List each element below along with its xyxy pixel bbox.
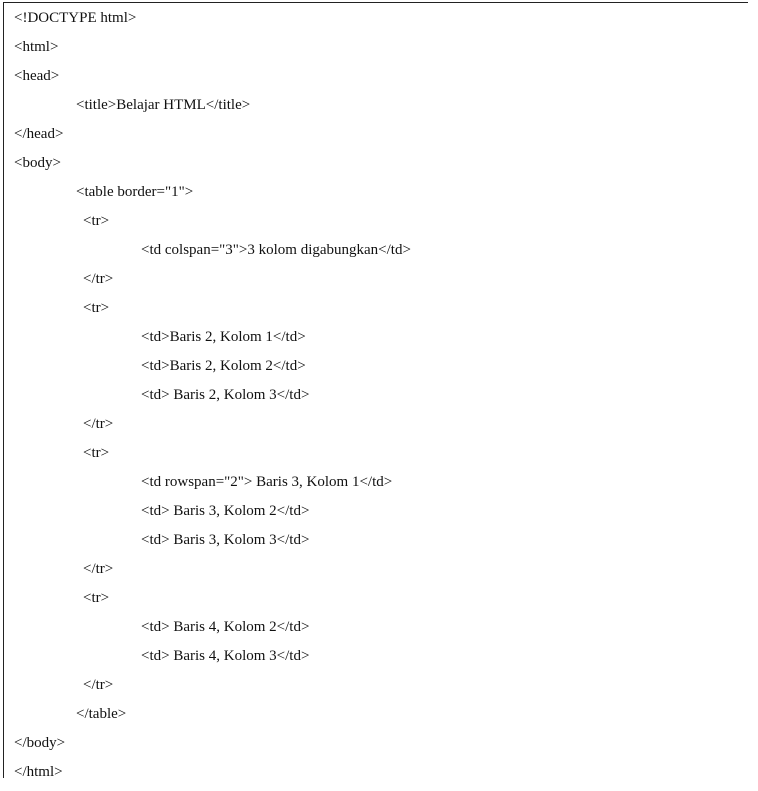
code-line-td: <td>Baris 2, Kolom 2</td>	[141, 358, 306, 374]
code-line-tr-close: </tr>	[83, 677, 114, 693]
code-line-tr-open: <tr>	[83, 445, 110, 461]
code-line-td: <td> Baris 2, Kolom 3</td>	[141, 387, 310, 403]
code-line-td: <td> Baris 4, Kolom 3</td>	[141, 648, 310, 664]
code-line-td: <td>Baris 2, Kolom 1</td>	[141, 329, 306, 345]
code-line-html-close: </html>	[14, 764, 63, 780]
html-code-listing: <!DOCTYPE html> <html> <head> <title>Bel…	[14, 3, 748, 787]
code-line-td: <td> Baris 3, Kolom 2</td>	[141, 503, 310, 519]
code-line-tr-close: </tr>	[83, 416, 114, 432]
left-border-line	[3, 2, 4, 778]
code-line-body-close: </body>	[14, 735, 66, 751]
code-line-td: <td> Baris 3, Kolom 3</td>	[141, 532, 310, 548]
code-line-td: <td colspan="3">3 kolom digabungkan</td>	[141, 242, 411, 258]
code-line-td: <td> Baris 4, Kolom 2</td>	[141, 619, 310, 635]
code-line-table-open: <table border="1">	[76, 184, 194, 200]
code-line-tr-open: <tr>	[83, 300, 110, 316]
code-line-head-open: <head>	[14, 68, 60, 84]
code-line-tr-open: <tr>	[83, 213, 110, 229]
code-line-table-close: </table>	[76, 706, 127, 722]
code-line-td: <td rowspan="2"> Baris 3, Kolom 1</td>	[141, 474, 393, 490]
code-line-title: <title>Belajar HTML</title>	[76, 97, 251, 113]
code-line-doctype: <!DOCTYPE html>	[14, 10, 137, 26]
code-line-tr-close: </tr>	[83, 271, 114, 287]
code-line-tr-close: </tr>	[83, 561, 114, 577]
code-line-head-close: </head>	[14, 126, 64, 142]
code-line-tr-open: <tr>	[83, 590, 110, 606]
code-line-body-open: <body>	[14, 155, 61, 171]
code-line-html-open: <html>	[14, 39, 59, 55]
